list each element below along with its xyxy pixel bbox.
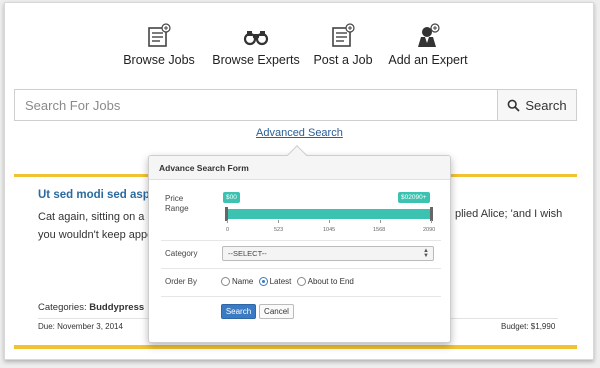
advanced-search-link[interactable]: Advanced Search	[256, 127, 343, 139]
range-tick-label: 523	[274, 227, 284, 233]
nav-label: Browse Jobs	[123, 53, 195, 67]
advanced-search-cancel-button[interactable]: Cancel	[259, 304, 294, 319]
category-label: Category	[165, 249, 198, 258]
radio-icon[interactable]	[221, 277, 230, 286]
popover-title: Advance Search Form	[149, 156, 450, 180]
price-max-tag: $02090+	[398, 192, 430, 203]
post-job-icon	[332, 23, 355, 47]
price-range-label: Price Range	[165, 194, 189, 214]
range-tick-label: 2090	[423, 227, 436, 233]
nav-add-expert[interactable]: Add an Expert	[388, 23, 468, 67]
category-selected: --SELECT--	[228, 249, 267, 258]
radio-selected-icon[interactable]	[258, 277, 268, 286]
job-budget: Budget: $1,990	[501, 322, 556, 331]
job-due-date: Due: November 3, 2014	[38, 322, 123, 331]
job-excerpt-line: Cat again, sitting on a b	[38, 211, 154, 223]
order-by-label: Order By	[165, 277, 198, 286]
price-label-line: Range	[165, 204, 189, 213]
categories-label: Categories:	[38, 302, 87, 313]
search-button[interactable]: Search	[497, 90, 576, 120]
order-by-options: Name Latest About to End	[221, 277, 357, 288]
order-option-latest[interactable]: Latest	[258, 277, 292, 286]
nav-browse-jobs[interactable]: Browse Jobs	[123, 23, 195, 67]
range-tick	[329, 220, 330, 223]
category-select[interactable]: --SELECT-- ▲ ▼	[222, 246, 434, 261]
range-tick-label: 1045	[323, 227, 336, 233]
search-icon	[507, 99, 521, 112]
job-excerpt: Cat again, sitting on a b you wouldn't k…	[38, 208, 154, 244]
price-min-tag: $00	[223, 192, 240, 203]
nav-browse-experts[interactable]: Browse Experts	[210, 23, 302, 67]
select-caret-icon: ▲ ▼	[423, 248, 429, 259]
nav-label: Browse Experts	[212, 53, 300, 67]
add-expert-icon	[418, 23, 440, 47]
range-tick	[380, 220, 381, 223]
price-label-line: Price	[165, 194, 184, 203]
job-excerpt-right: plied Alice; 'and I wish	[455, 208, 563, 220]
range-tick	[431, 220, 432, 223]
range-tick-label: 1568	[373, 227, 386, 233]
advanced-search-submit-button[interactable]: Search	[221, 304, 256, 319]
binoculars-icon	[243, 31, 269, 46]
search-input[interactable]	[15, 90, 497, 120]
price-min-handle[interactable]	[225, 207, 228, 221]
range-tick	[278, 220, 279, 223]
form-divider	[161, 296, 441, 297]
radio-icon[interactable]	[296, 277, 306, 286]
advanced-search-popover: Advance Search Form Price Range $00 $020…	[148, 145, 451, 343]
price-max-handle[interactable]	[430, 207, 433, 221]
radio-label: Name	[232, 277, 254, 286]
form-divider	[161, 240, 441, 241]
categories-value[interactable]: Buddypress	[89, 302, 144, 313]
next-card-accent	[14, 345, 577, 349]
nav-post-job[interactable]: Post a Job	[312, 23, 374, 67]
range-tick	[227, 220, 228, 223]
search-button-label: Search	[525, 97, 567, 113]
job-categories: Categories: Buddypress	[38, 302, 144, 313]
job-title[interactable]: Ut sed modi sed asperi	[38, 189, 164, 201]
page-frame: Browse Jobs Browse Experts Post a Job Ad…	[4, 2, 594, 360]
nav-label: Add an Expert	[388, 53, 468, 67]
range-tick-label: 0	[226, 227, 230, 233]
price-range-slider[interactable]	[226, 209, 432, 219]
order-option-about-to-end[interactable]: About to End	[296, 277, 354, 286]
job-excerpt-line: you wouldn't keep appe	[38, 229, 154, 241]
nav-label: Post a Job	[313, 53, 373, 67]
search-bar: Search	[14, 89, 577, 121]
radio-label: About to End	[307, 277, 354, 286]
form-divider	[161, 268, 441, 269]
radio-label: Latest	[269, 277, 292, 286]
browse-jobs-icon	[148, 23, 171, 47]
order-option-name[interactable]: Name	[221, 277, 253, 286]
